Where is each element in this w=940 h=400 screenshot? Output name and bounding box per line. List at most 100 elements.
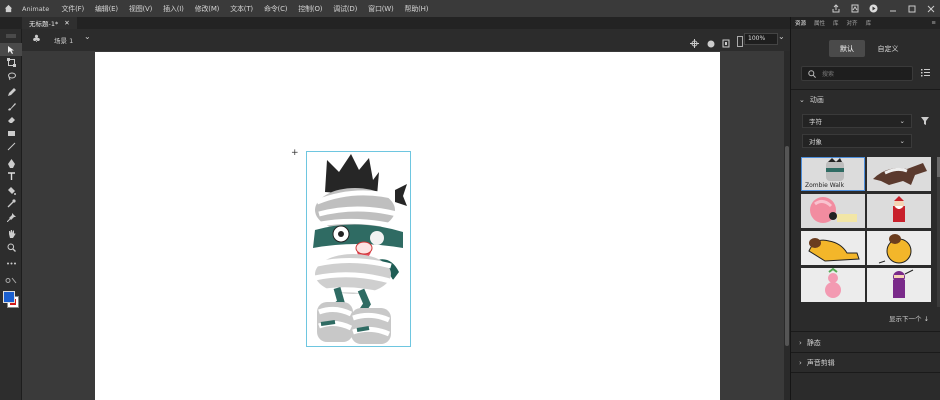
show-more-label: 显示下一个 xyxy=(889,315,922,323)
play-icon[interactable] xyxy=(864,0,883,17)
chevron-down-icon: ⌄ xyxy=(899,137,905,145)
rectangle-tool-icon[interactable] xyxy=(0,127,22,141)
zoom-tool-icon[interactable] xyxy=(0,241,22,255)
asset-tile[interactable] xyxy=(801,194,865,228)
asset-tile[interactable] xyxy=(867,231,931,265)
yellow-dog-sitting-character-thumb xyxy=(878,234,912,264)
swap-colors-icon[interactable] xyxy=(0,274,22,288)
pencil-tool-icon[interactable] xyxy=(0,86,22,100)
asset-tile[interactable]: Zombie Walk xyxy=(801,157,865,191)
publish-icon[interactable] xyxy=(845,0,864,17)
scene-icon: ♣ xyxy=(32,34,41,45)
menu-window[interactable]: 窗口(W) xyxy=(363,4,399,14)
arrow-down-icon: ↓ xyxy=(923,315,930,323)
lasso-tool-icon[interactable] xyxy=(0,70,22,84)
menu-edit[interactable]: 编辑(E) xyxy=(90,4,124,14)
hand-tool-icon[interactable] xyxy=(0,227,22,241)
panel-divider xyxy=(791,89,940,90)
transform-tool-icon[interactable] xyxy=(0,56,22,70)
assets-panel: 资源 属性 库 对齐 库 ≡ 默认 自定义 搜索 ⌄ 动画 字符 ⌄ 对象 ⌄ xyxy=(790,17,940,400)
menu-view[interactable]: 视图(V) xyxy=(123,4,157,14)
werewolf-character-thumb xyxy=(873,163,927,185)
panel-menu-icon[interactable]: ≡ xyxy=(927,20,940,26)
segment-custom[interactable]: 自定义 xyxy=(869,40,907,57)
more-tools-icon[interactable] xyxy=(0,257,22,271)
tab-library[interactable]: 库 xyxy=(829,19,843,27)
zoom-dropdown-icon[interactable]: ⌄ xyxy=(778,32,785,41)
document-title: 无标题-1* xyxy=(29,20,59,28)
asset-tile[interactable] xyxy=(801,268,865,302)
yellow-dog-character-thumb xyxy=(808,238,860,262)
menu-modify[interactable]: 修改(M) xyxy=(189,4,225,14)
section-sound-clips[interactable]: › 声音剪辑 xyxy=(799,358,835,368)
search-field[interactable]: 搜索 xyxy=(801,66,913,81)
tab-align[interactable]: 对齐 xyxy=(843,19,862,27)
menu-control[interactable]: 控制(O) xyxy=(293,4,328,14)
clip-icon[interactable] xyxy=(722,33,730,52)
home-icon[interactable] xyxy=(0,0,16,17)
tab-assets[interactable]: 资源 xyxy=(791,19,810,27)
section-animation[interactable]: ⌄ 动画 xyxy=(799,95,824,105)
stage-canvas[interactable]: + xyxy=(95,52,720,400)
tab-close-icon[interactable]: ✕ xyxy=(64,19,69,27)
menu-text[interactable]: 文本(T) xyxy=(225,4,259,14)
pen-tool-icon[interactable] xyxy=(0,157,22,171)
stage-pasteboard: + xyxy=(22,51,788,400)
menu-bar: Animate 文件(F) 编辑(E) 视图(V) 插入(I) 修改(M) 文本… xyxy=(0,0,940,17)
menu-file[interactable]: 文件(F) xyxy=(56,4,90,14)
section-animation-label: 动画 xyxy=(809,96,824,104)
segment-default[interactable]: 默认 xyxy=(829,40,865,57)
brush-tool-icon[interactable] xyxy=(0,100,22,114)
asset-tile[interactable] xyxy=(867,268,931,302)
panel-divider xyxy=(791,372,940,373)
zoom-field[interactable]: 100% xyxy=(744,33,778,45)
section-static[interactable]: › 静态 xyxy=(799,338,821,348)
menu-insert[interactable]: 插入(I) xyxy=(158,4,190,14)
pink-creature-character-thumb xyxy=(810,197,857,223)
menu-command[interactable]: 命令(C) xyxy=(258,4,292,14)
tab-library-2[interactable]: 库 xyxy=(862,19,876,27)
search-icon xyxy=(808,69,816,78)
tab-properties[interactable]: 属性 xyxy=(810,19,829,27)
filter-object-label: 对象 xyxy=(809,138,822,146)
section-static-label: 静态 xyxy=(806,339,821,347)
document-tab[interactable]: 无标题-1* ✕ xyxy=(22,17,77,29)
menu-debug[interactable]: 调试(D) xyxy=(328,4,363,14)
text-tool-icon[interactable] xyxy=(0,170,22,184)
list-view-icon[interactable] xyxy=(921,68,930,77)
registration-point-icon: + xyxy=(291,148,299,158)
filter-dropdown-character[interactable]: 字符 ⌄ xyxy=(802,114,912,128)
center-stage-icon[interactable] xyxy=(690,33,699,52)
mummy-character-instance[interactable] xyxy=(306,151,411,347)
scene-label: 场景 1 xyxy=(54,37,74,45)
edit-symbols-icon[interactable] xyxy=(706,33,716,52)
selection-tool-icon[interactable] xyxy=(0,42,22,56)
toolbar xyxy=(0,29,22,400)
scene-dropdown-icon[interactable]: ⌄ xyxy=(84,32,91,41)
stroke-color-swatch[interactable] xyxy=(3,291,15,303)
eraser-tool-icon[interactable] xyxy=(0,113,22,127)
line-tool-icon[interactable] xyxy=(0,140,22,154)
chevron-right-icon: › xyxy=(799,339,802,347)
asset-tile[interactable] xyxy=(801,231,865,265)
filter-dropdown-object[interactable]: 对象 ⌄ xyxy=(802,134,912,148)
pin-tool-icon[interactable] xyxy=(0,211,22,225)
close-icon[interactable] xyxy=(921,0,940,17)
zoom-lock-icon[interactable] xyxy=(737,32,743,51)
minimize-icon[interactable] xyxy=(883,0,902,17)
asset-tile[interactable] xyxy=(867,194,931,228)
paint-bucket-tool-icon[interactable] xyxy=(0,184,22,198)
maximize-icon[interactable] xyxy=(902,0,921,17)
asset-name: Zombie Walk xyxy=(805,182,845,189)
asset-tile[interactable] xyxy=(867,157,931,191)
share-icon[interactable] xyxy=(826,0,845,17)
scroll-thumb[interactable] xyxy=(785,146,789,346)
menu-help[interactable]: 帮助(H) xyxy=(399,4,434,14)
show-more-link[interactable]: 显示下一个 ↓ xyxy=(889,313,929,323)
zoom-value: 100% xyxy=(748,35,766,42)
filter-icon[interactable] xyxy=(921,117,929,125)
filter-character-label: 字符 xyxy=(809,118,822,126)
mummy-character-graphic xyxy=(313,154,407,344)
section-sound-label: 声音剪辑 xyxy=(806,359,835,367)
eyedropper-tool-icon[interactable] xyxy=(0,197,22,211)
